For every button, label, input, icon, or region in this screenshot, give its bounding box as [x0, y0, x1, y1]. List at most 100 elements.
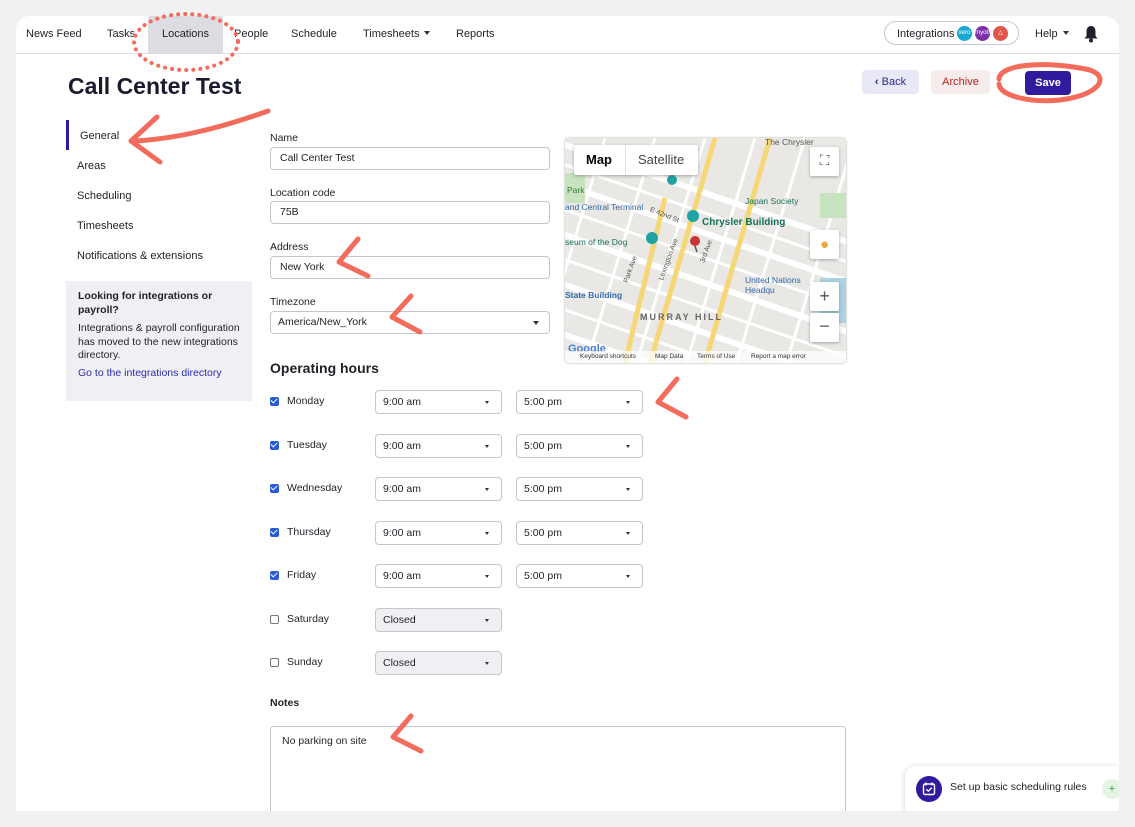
location-code-input[interactable]: 75B — [270, 201, 550, 224]
day-checkbox[interactable] — [270, 441, 279, 450]
map-keyboard-shortcuts-link[interactable]: Keyboard shortcuts — [580, 351, 636, 363]
toast-text: Set up basic scheduling rules — [950, 781, 1087, 793]
nav-tasks[interactable]: Tasks — [107, 16, 135, 53]
location-map[interactable]: Park and Central Terminal E 42nd St Chry… — [565, 138, 846, 363]
chevron-down-icon — [485, 488, 489, 491]
day-label: Wednesday — [287, 482, 343, 494]
close-time-value: 5:00 pm — [524, 396, 562, 408]
calendar-check-icon — [916, 776, 942, 802]
open-time-select[interactable]: 9:00 am — [375, 521, 502, 545]
operating-hours-heading: Operating hours — [270, 360, 379, 376]
tab-divider — [625, 145, 626, 175]
close-time-select[interactable]: 5:00 pm — [516, 434, 643, 458]
zoom-in-icon[interactable]: + — [810, 282, 839, 311]
name-input[interactable]: Call Center Test — [270, 147, 550, 170]
close-time-select[interactable]: 5:00 pm — [516, 564, 643, 588]
day-label: Thursday — [287, 526, 331, 538]
integrations-button[interactable]: Integrations xero myob △ — [884, 21, 1019, 45]
close-time-select[interactable]: 5:00 pm — [516, 390, 643, 414]
sidebar-item-general[interactable]: General — [80, 130, 119, 142]
open-time-select[interactable]: 9:00 am — [375, 434, 502, 458]
tab-satellite[interactable]: Satellite — [638, 145, 684, 175]
fullscreen-icon[interactable]: ⛶ — [810, 147, 839, 176]
timezone-value: America/New_York — [278, 316, 367, 328]
address-input[interactable]: New York — [270, 256, 550, 279]
nav-news-feed[interactable]: News Feed — [26, 16, 82, 53]
open-time-select[interactable]: 9:00 am — [375, 564, 502, 588]
nav-timesheets[interactable]: Timesheets — [363, 16, 431, 53]
day-checkbox[interactable] — [270, 615, 279, 624]
notes-label: Notes — [270, 697, 300, 709]
map-data-link[interactable]: Map Data — [655, 351, 683, 363]
close-time-value: 5:00 pm — [524, 527, 562, 539]
name-label: Name — [270, 132, 299, 144]
bell-icon[interactable] — [1084, 25, 1098, 43]
flame-logo-icon: △ — [993, 26, 1008, 41]
chevron-down-icon — [485, 445, 489, 448]
open-time-select[interactable]: Closed — [375, 651, 502, 675]
back-button[interactable]: ‹ Back — [862, 70, 919, 94]
pegman-icon[interactable]: ● — [810, 230, 839, 259]
integrations-label: Integrations — [897, 28, 955, 40]
day-label: Sunday — [287, 656, 323, 668]
chevron-down-icon — [626, 488, 630, 491]
day-label: Friday — [287, 569, 317, 581]
day-checkbox[interactable] — [270, 571, 279, 580]
close-time-value: 5:00 pm — [524, 483, 562, 495]
open-time-value: 9:00 am — [383, 440, 421, 452]
day-checkbox[interactable] — [270, 484, 279, 493]
help-menu[interactable]: Help — [1035, 16, 1069, 53]
nav-people[interactable]: People — [234, 16, 268, 53]
day-label: Tuesday — [287, 439, 327, 451]
open-time-value: 9:00 am — [383, 570, 421, 582]
chevron-down-icon — [626, 532, 630, 535]
sidebar-item-notifications[interactable]: Notifications & extensions — [77, 250, 203, 262]
chevron-down-icon — [1062, 31, 1069, 35]
app-window: News Feed Tasks Locations People Schedul… — [16, 16, 1119, 811]
zoom-out-icon[interactable]: − — [810, 313, 839, 342]
sidebar-active-indicator — [66, 120, 69, 150]
day-label: Monday — [287, 395, 325, 407]
sidebar-item-scheduling[interactable]: Scheduling — [77, 190, 131, 202]
plus-icon: + — [1102, 779, 1119, 799]
day-checkbox[interactable] — [270, 528, 279, 537]
tab-map[interactable]: Map — [586, 145, 612, 175]
map-label: and Central Terminal — [565, 202, 644, 212]
save-button[interactable]: Save — [1025, 71, 1071, 95]
back-label: Back — [881, 76, 907, 88]
integrations-directory-link[interactable]: Go to the integrations directory — [78, 367, 240, 381]
day-checkbox[interactable] — [270, 397, 279, 406]
location-code-label: Location code — [270, 187, 336, 199]
integrations-info-box: Looking for integrations or payroll? Int… — [66, 281, 252, 401]
map-label: MURRAY HILL — [640, 312, 724, 322]
map-terms-link[interactable]: Terms of Use — [697, 351, 735, 363]
map-label: Chrysler Building — [702, 217, 786, 228]
sidebar-item-areas[interactable]: Areas — [77, 160, 106, 172]
nav-schedule[interactable]: Schedule — [291, 16, 337, 53]
myob-logo-icon: myob — [975, 26, 990, 41]
sidebar-item-timesheets[interactable]: Timesheets — [77, 220, 133, 232]
map-label: seum of the Dog — [565, 237, 628, 247]
day-checkbox[interactable] — [270, 658, 279, 667]
top-nav: News Feed Tasks Locations People Schedul… — [16, 16, 1119, 54]
page-title: Call Center Test — [68, 73, 242, 99]
archive-button[interactable]: Archive — [931, 70, 990, 94]
open-time-select[interactable]: 9:00 am — [375, 390, 502, 414]
scheduling-rules-toast[interactable]: Set up basic scheduling rules + — [905, 766, 1119, 811]
nav-locations[interactable]: Locations — [148, 16, 223, 53]
chevron-down-icon — [626, 445, 630, 448]
close-time-select[interactable]: 5:00 pm — [516, 477, 643, 501]
open-time-value: 9:00 am — [383, 483, 421, 495]
xero-logo-icon: xero — [957, 26, 972, 41]
close-time-value: 5:00 pm — [524, 440, 562, 452]
timezone-select[interactable]: America/New_York — [270, 311, 550, 334]
nav-reports[interactable]: Reports — [456, 16, 495, 53]
open-time-select[interactable]: 9:00 am — [375, 477, 502, 501]
open-time-value: 9:00 am — [383, 527, 421, 539]
map-report-error-link[interactable]: Report a map error — [751, 351, 806, 363]
open-time-select[interactable]: Closed — [375, 608, 502, 632]
info-body: Integrations & payroll configuration has… — [78, 322, 240, 361]
notes-textarea[interactable]: No parking on site — [270, 726, 846, 811]
help-label: Help — [1035, 28, 1058, 40]
close-time-select[interactable]: 5:00 pm — [516, 521, 643, 545]
